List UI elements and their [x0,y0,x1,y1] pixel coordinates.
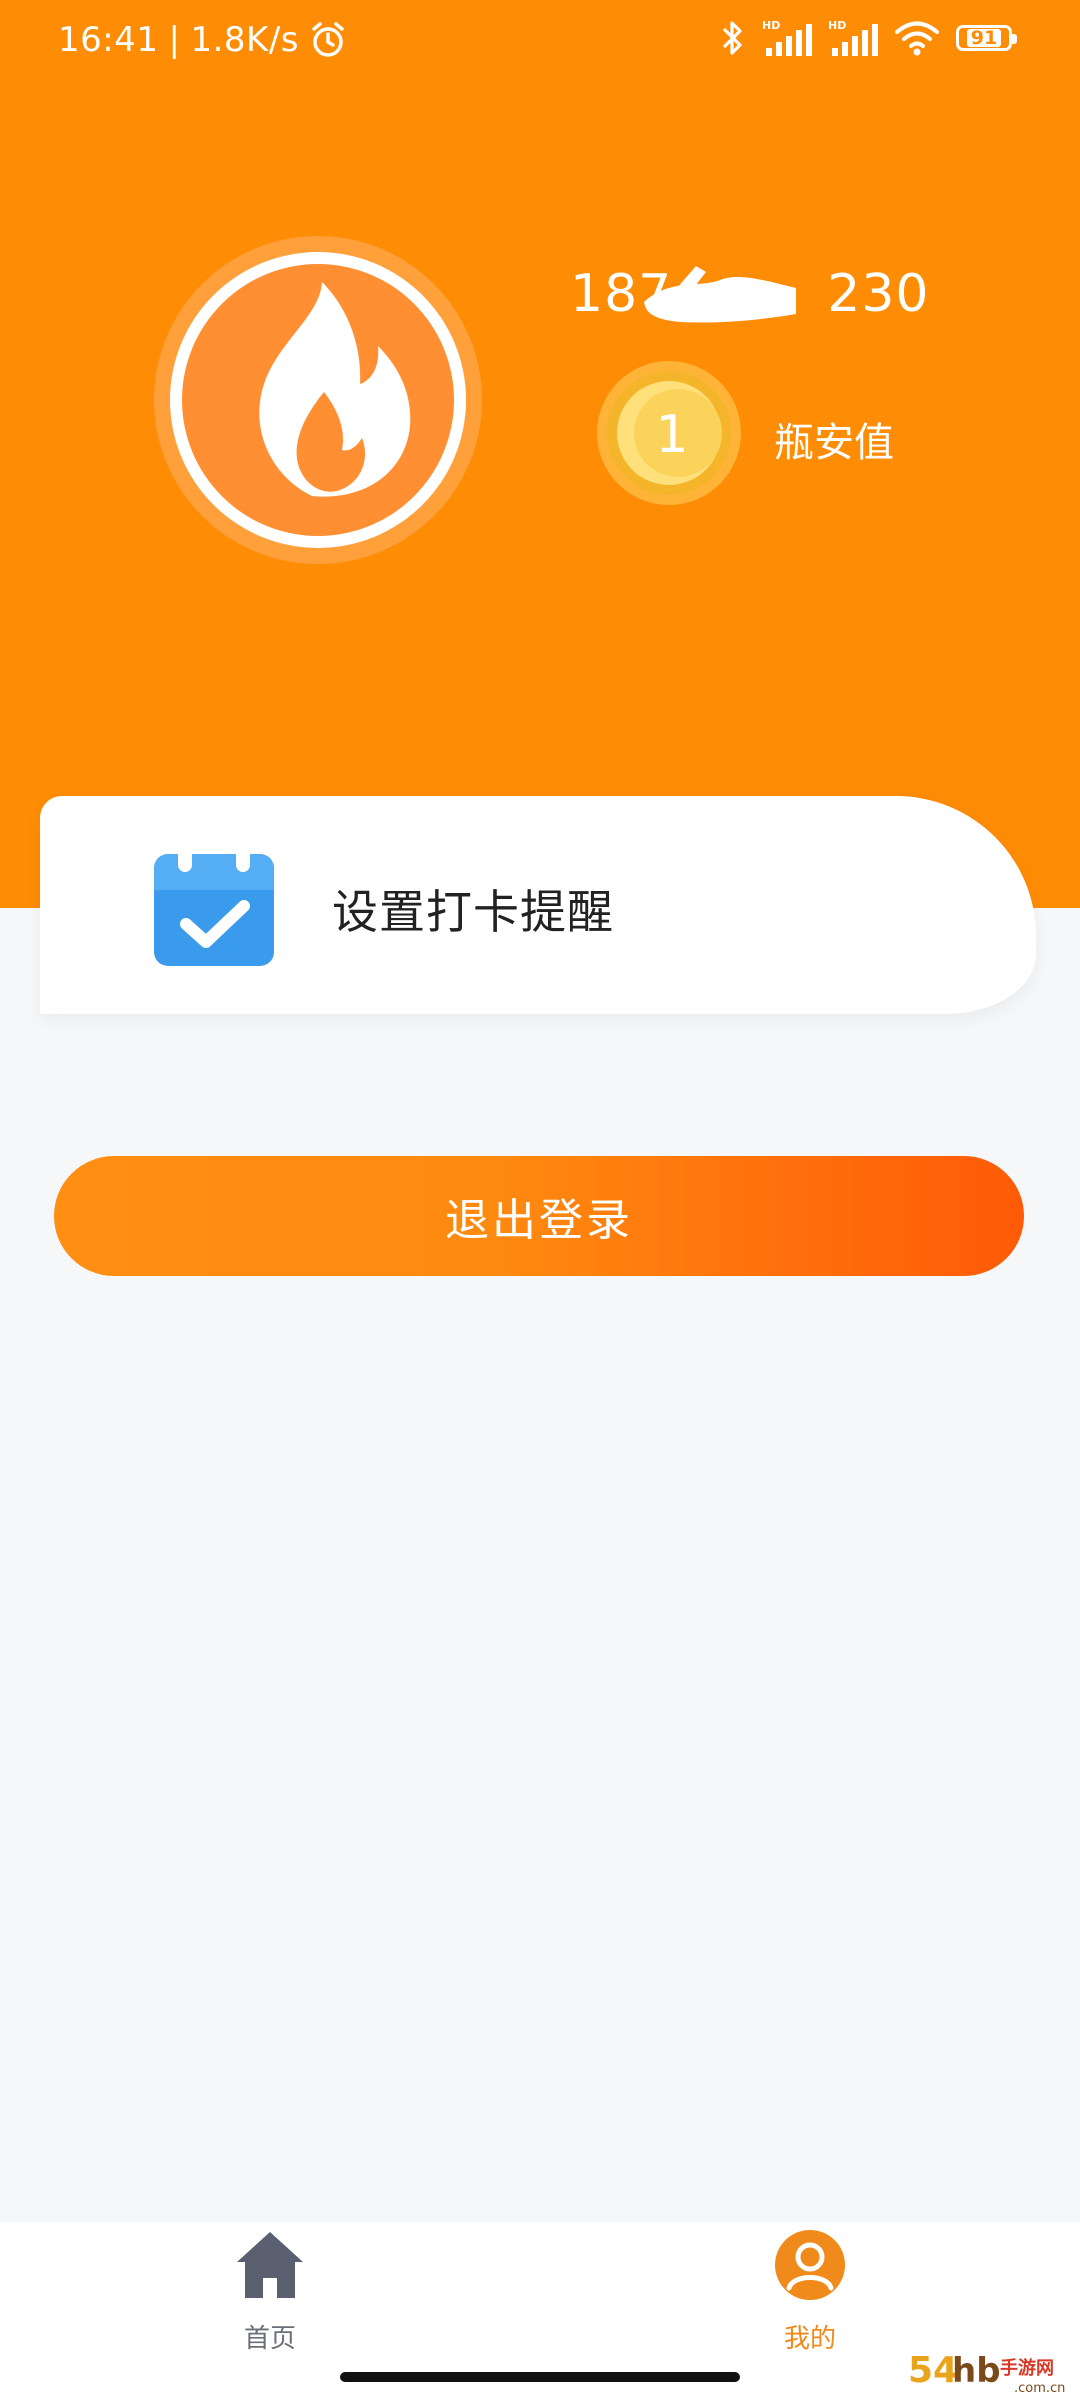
alarm-icon [312,22,344,57]
svg-text:.com.cn: .com.cn [1014,2381,1065,2396]
phone-suffix: 230 [827,264,930,324]
status-bar: 16:41 | 1.8K/s HD HD 91 [0,0,1080,84]
nav-label-home: 首页 [243,2324,296,2354]
status-right: HD HD 91 [720,18,1017,58]
logout-button[interactable]: 退出登录 [54,1156,1024,1276]
home-indicator[interactable] [340,2372,740,2382]
svg-text:54: 54 [908,2350,958,2391]
svg-text:HD: HD [762,19,780,32]
watermark-logo: 54 hb 手游网 .com.cn [908,2350,1065,2396]
status-left: 16:41 | 1.8K/s [58,20,347,60]
signal-hd-icon: HD [828,19,878,56]
svg-text:HD: HD [828,19,846,32]
battery-icon: 91 [956,25,1017,51]
calendar-check-icon [154,844,274,966]
flame-icon [154,236,482,564]
wifi-icon [895,21,939,56]
home-icon [237,2232,303,2298]
coin-icon: 1 [597,361,741,505]
reminder-label: 设置打卡提醒 [332,885,614,939]
user-icon [775,2230,845,2300]
nav-label-me: 我的 [783,2324,836,2354]
coin-value: 1 [655,405,688,465]
status-divider: | [168,20,181,60]
signal-hd-icon: HD [762,19,812,56]
svg-text:hb: hb [952,2351,1001,2391]
value-label: 瓶安值 [774,420,894,466]
status-network-speed: 1.8K/s [190,20,299,60]
nav-item-home[interactable]: 首页 [170,2222,370,2372]
svg-text:手游网: 手游网 [1000,2357,1054,2379]
battery-level: 91 [966,29,1002,48]
bluetooth-icon [722,21,742,55]
reminder-card[interactable]: 设置打卡提醒 [40,796,1036,1014]
nav-item-me[interactable]: 我的 [710,2222,910,2372]
status-time: 16:41 [58,20,159,60]
redaction-mark [644,266,796,323]
